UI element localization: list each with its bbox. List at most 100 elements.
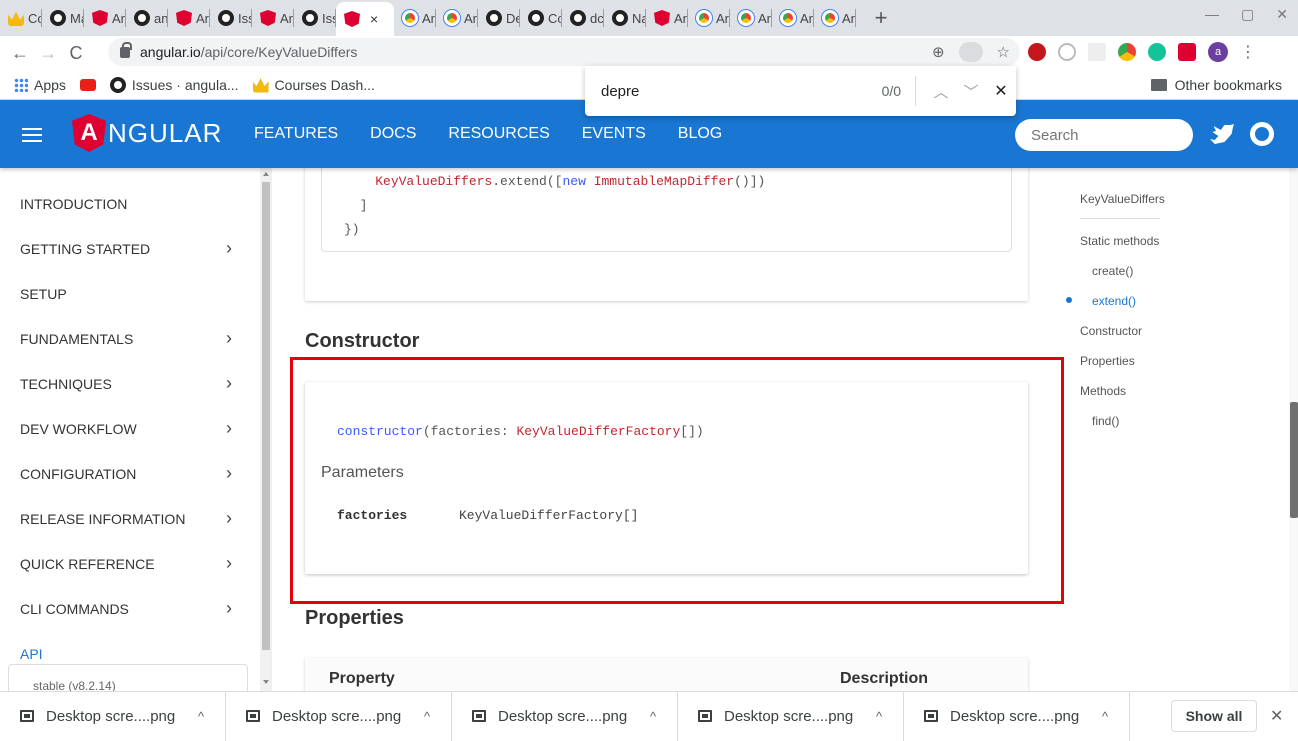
toc-item[interactable]: extend() <box>1092 294 1136 308</box>
sidebar-item-introduction[interactable]: Introduction <box>0 181 258 226</box>
tab-close-icon[interactable]: × <box>370 11 378 27</box>
toc-item[interactable]: find() <box>1092 414 1119 428</box>
browser-tab[interactable]: Iss <box>210 0 252 36</box>
sidebar-item-cli-commands[interactable]: CLI Commands › <box>0 586 258 631</box>
sidebar-item-label: Introduction <box>20 195 128 212</box>
nav-blog[interactable]: BLOG <box>678 125 722 143</box>
close-window-button[interactable]: ✕ <box>1276 6 1288 23</box>
hamburger-menu-icon[interactable] <box>22 128 42 142</box>
sidebar-item-fundamentals[interactable]: Fundamentals › <box>0 316 258 361</box>
download-item[interactable]: Desktop scre....png ^ <box>226 691 452 741</box>
param-type: KeyValueDifferFactory[] <box>459 508 639 523</box>
toc-title[interactable]: KeyValueDiffers <box>1080 192 1165 206</box>
sidebar-item-dev-workflow[interactable]: Dev Workflow › <box>0 406 258 451</box>
nav-resources[interactable]: RESOURCES <box>448 125 549 143</box>
bookmark-issues[interactable]: Issues · angula... <box>109 76 239 93</box>
browser-tab[interactable]: Ar <box>168 0 210 36</box>
angular-devtools-icon[interactable] <box>1178 43 1196 61</box>
adblock-extension-icon[interactable] <box>1028 43 1046 61</box>
install-icon[interactable]: ⊕ <box>932 43 945 61</box>
nav-features[interactable]: FEATURES <box>254 125 338 143</box>
restore-button[interactable]: ▢ <box>1241 6 1254 23</box>
close-downloads-icon[interactable]: ✕ <box>1270 706 1283 726</box>
toc-item[interactable]: Properties <box>1080 354 1135 368</box>
browser-tab[interactable]: De <box>478 0 520 36</box>
blank-extension-icon[interactable] <box>1088 43 1106 61</box>
download-options-caret[interactable]: ^ <box>424 709 430 724</box>
bookmark-apps[interactable]: Apps <box>14 77 66 93</box>
bookmark-courses[interactable]: Courses Dash... <box>252 77 375 93</box>
new-tab-button[interactable]: + <box>866 5 896 31</box>
browser-menu-icon[interactable]: ⋮ <box>1240 42 1256 62</box>
download-item[interactable]: Desktop scre....png ^ <box>452 691 678 741</box>
download-item[interactable]: Desktop scre....png ^ <box>0 691 226 741</box>
sidebar-item-release-information[interactable]: Release Information › <box>0 496 258 541</box>
sidebar-item-techniques[interactable]: Techniques › <box>0 361 258 406</box>
toc-item[interactable]: create() <box>1092 264 1133 278</box>
browser-tab[interactable]: Ar <box>730 0 772 36</box>
chromatic-extension-icon[interactable] <box>1118 43 1136 61</box>
browser-tab[interactable]: an <box>126 0 168 36</box>
browser-tab[interactable]: Ar <box>252 0 294 36</box>
grammarly-extension-icon[interactable] <box>1148 43 1166 61</box>
url-host: angular.io <box>140 44 201 60</box>
nav-events[interactable]: EVENTS <box>582 125 646 143</box>
browser-tab[interactable]: Ar <box>394 0 436 36</box>
angular-logo[interactable]: A NGULAR <box>72 114 222 152</box>
back-button[interactable]: ← <box>6 43 34 64</box>
sidebar-item-setup[interactable]: Setup <box>0 271 258 316</box>
zoom-icon[interactable] <box>958 42 983 62</box>
find-input[interactable] <box>601 82 845 100</box>
sidebar-item-configuration[interactable]: Configuration › <box>0 451 258 496</box>
sidebar-scroll-thumb[interactable] <box>262 182 270 650</box>
browser-tab[interactable]: Iss <box>294 0 336 36</box>
bookmark-youtube[interactable] <box>79 78 96 91</box>
page-scroll-thumb[interactable] <box>1290 402 1298 518</box>
url-omnibox[interactable]: angular.io/api/core/KeyValueDiffers ⊕ ☆ <box>108 38 1020 66</box>
minimize-button[interactable]: — <box>1205 6 1219 23</box>
browser-tab[interactable]: Cc <box>520 0 562 36</box>
star-icon[interactable]: ☆ <box>997 43 1010 61</box>
browser-tab[interactable]: Ar <box>688 0 730 36</box>
browser-tab[interactable]: Ar <box>772 0 814 36</box>
browser-tab[interactable]: Ar <box>84 0 126 36</box>
url-path: /api/core/KeyValueDiffers <box>200 44 358 60</box>
page-scrollbar[interactable] <box>1289 100 1298 691</box>
site-search-input[interactable] <box>1015 119 1193 151</box>
browser-tab[interactable]: Na <box>604 0 646 36</box>
json-extension-icon[interactable] <box>1058 43 1076 61</box>
reload-button[interactable]: C <box>62 43 90 64</box>
profile-avatar[interactable]: a <box>1208 42 1228 62</box>
toc-item[interactable]: Methods <box>1080 384 1126 398</box>
browser-tab[interactable]: dc <box>562 0 604 36</box>
download-options-caret[interactable]: ^ <box>876 709 882 724</box>
scroll-up-icon[interactable] <box>263 172 269 176</box>
download-item[interactable]: Desktop scre....png ^ <box>678 691 904 741</box>
browser-tab[interactable]: Ma <box>42 0 84 36</box>
show-all-button[interactable]: Show all <box>1171 700 1257 732</box>
sidebar-scrollbar[interactable] <box>260 168 271 691</box>
version-select[interactable]: stable (v8.2.14) <box>8 664 248 691</box>
other-bookmarks[interactable]: Other bookmarks <box>1150 77 1282 93</box>
download-options-caret[interactable]: ^ <box>1102 709 1108 724</box>
twitter-icon[interactable] <box>1210 124 1234 144</box>
toc-item[interactable]: Static methods <box>1080 234 1159 248</box>
github-icon[interactable] <box>1250 122 1274 146</box>
sidebar-item-getting-started[interactable]: Getting Started › <box>0 226 258 271</box>
download-item[interactable]: Desktop scre....png ^ <box>904 691 1130 741</box>
download-options-caret[interactable]: ^ <box>650 709 656 724</box>
nav-docs[interactable]: DOCS <box>370 125 416 143</box>
forward-button[interactable]: → <box>34 43 62 64</box>
find-close-button[interactable]: ✕ <box>986 81 1016 101</box>
browser-tab[interactable]: Ar <box>814 0 856 36</box>
browser-tab[interactable]: Ar <box>436 0 478 36</box>
scroll-down-icon[interactable] <box>263 680 269 684</box>
find-next-button[interactable]: ﹀ <box>956 81 986 102</box>
browser-tab[interactable]: × <box>336 2 394 36</box>
download-options-caret[interactable]: ^ <box>198 709 204 724</box>
browser-tab[interactable]: Ar <box>646 0 688 36</box>
browser-tab[interactable]: Co <box>0 0 42 36</box>
find-prev-button[interactable]: ︿ <box>926 81 956 102</box>
sidebar-item-quick-reference[interactable]: Quick Reference › <box>0 541 258 586</box>
toc-item[interactable]: Constructor <box>1080 324 1142 338</box>
